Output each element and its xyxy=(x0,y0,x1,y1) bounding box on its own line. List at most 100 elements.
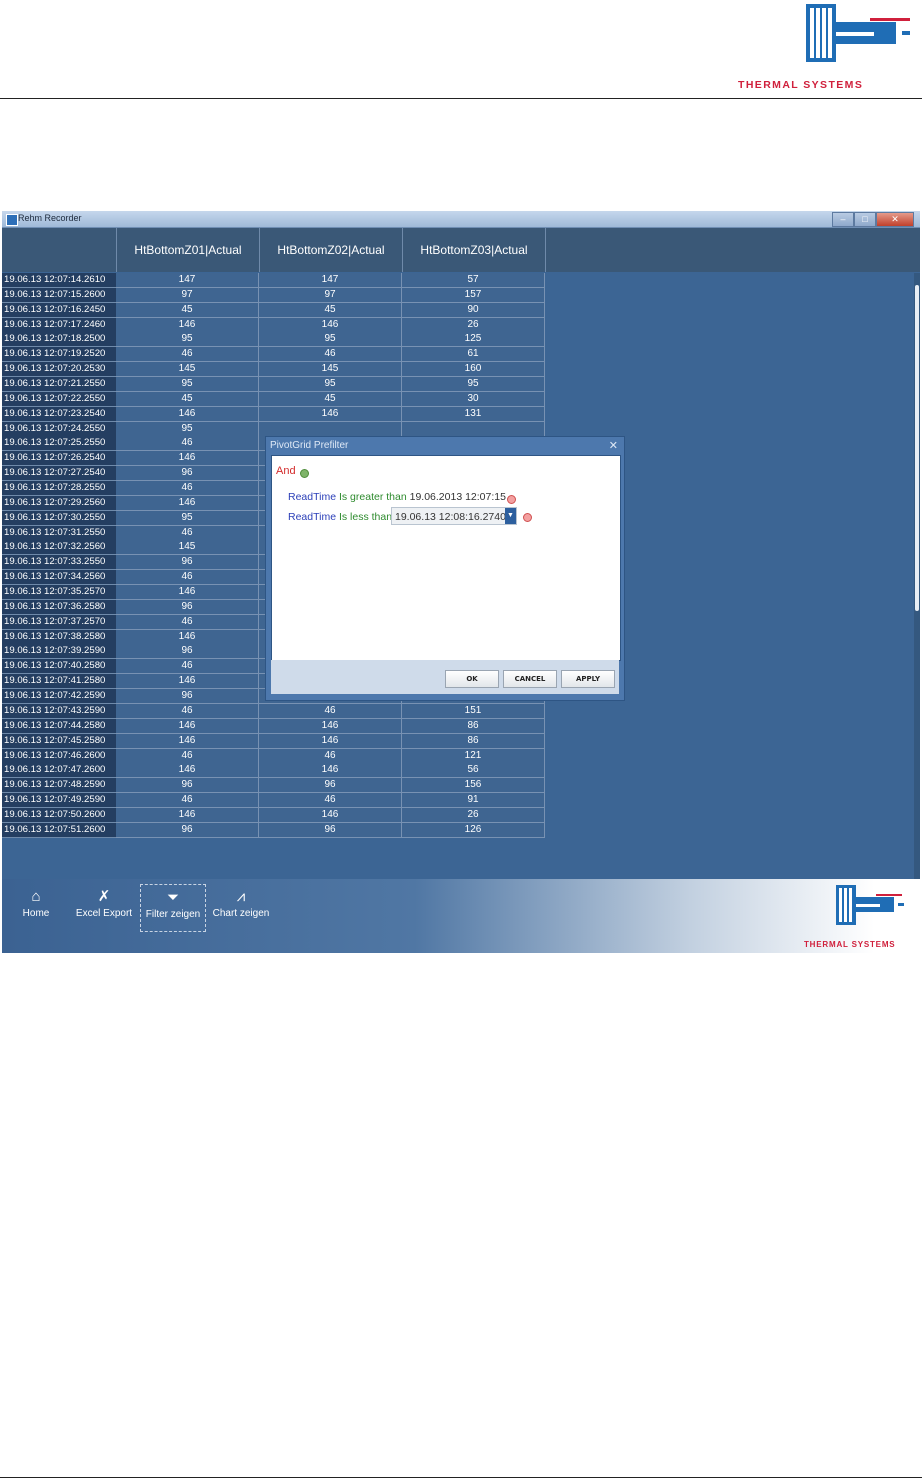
table-row[interactable]: 19.06.13 12:07:17.2460 146 146 26 xyxy=(2,317,550,333)
remove-condition-icon[interactable] xyxy=(523,513,532,522)
cell-z01: 46 xyxy=(116,481,259,497)
row-timestamp: 19.06.13 12:07:31.2550 xyxy=(2,525,116,541)
row-timestamp: 19.06.13 12:07:46.2600 xyxy=(2,748,116,764)
vertical-scrollbar[interactable] xyxy=(914,273,920,879)
table-row[interactable]: 19.06.13 12:07:15.2600 97 97 157 xyxy=(2,287,550,303)
cell-z03: 86 xyxy=(402,733,545,749)
cell-z02: 46 xyxy=(259,793,402,809)
table-row[interactable]: 19.06.13 12:07:16.2450 45 45 90 xyxy=(2,302,550,318)
column-header-z01[interactable]: HtBottomZ01|Actual xyxy=(117,228,260,272)
row-timestamp: 19.06.13 12:07:20.2530 xyxy=(2,362,116,378)
row-timestamp: 19.06.13 12:07:42.2590 xyxy=(2,689,116,705)
cell-z01: 146 xyxy=(116,629,259,645)
row-timestamp: 19.06.13 12:07:36.2580 xyxy=(2,599,116,615)
cell-z03: 126 xyxy=(402,822,545,838)
column-header-z02[interactable]: HtBottomZ02|Actual xyxy=(260,228,403,272)
chart-button[interactable]: ⩘ Chart zeigen xyxy=(210,884,272,930)
cell-z02: 146 xyxy=(259,763,402,779)
condition-operator[interactable]: Is greater than xyxy=(339,491,407,503)
home-button[interactable]: ⌂ Home xyxy=(16,884,56,930)
condition-field[interactable]: ReadTime xyxy=(288,491,336,503)
maximize-button[interactable]: □ xyxy=(854,212,876,227)
row-timestamp: 19.06.13 12:07:22.2550 xyxy=(2,391,116,407)
condition-operator[interactable]: Is less than xyxy=(339,511,392,523)
dropdown-arrow-icon[interactable]: ▼ xyxy=(505,508,516,524)
table-row[interactable]: 19.06.13 12:07:19.2520 46 46 61 xyxy=(2,347,550,363)
home-label: Home xyxy=(22,908,50,919)
table-row[interactable]: 19.06.13 12:07:46.2600 46 46 121 xyxy=(2,748,550,764)
table-row[interactable]: 19.06.13 12:07:22.2550 45 45 30 xyxy=(2,391,550,407)
table-row[interactable]: 19.06.13 12:07:49.2590 46 46 91 xyxy=(2,793,550,809)
cell-z02: 46 xyxy=(259,703,402,719)
window-title: Rehm Recorder xyxy=(18,213,82,223)
column-header-z03[interactable]: HtBottomZ03|Actual xyxy=(403,228,546,272)
cell-z01: 97 xyxy=(116,287,259,303)
group-operator[interactable]: And xyxy=(276,465,296,477)
cell-z03: 151 xyxy=(402,703,545,719)
cell-z02: 96 xyxy=(259,778,402,794)
cell-z01: 146 xyxy=(116,763,259,779)
ok-button[interactable]: OK xyxy=(445,670,499,688)
cancel-button[interactable]: CANCEL xyxy=(503,670,557,688)
footer-divider xyxy=(0,1477,922,1478)
table-row[interactable]: 19.06.13 12:07:18.2500 95 95 125 xyxy=(2,332,550,348)
cell-z03: 121 xyxy=(402,748,545,764)
row-timestamp: 19.06.13 12:07:16.2450 xyxy=(2,302,116,318)
close-button[interactable]: ✕ xyxy=(876,212,914,227)
filter-label: Filter zeigen xyxy=(145,909,201,920)
row-timestamp: 19.06.13 12:07:14.2610 xyxy=(2,273,116,288)
table-row[interactable]: 19.06.13 12:07:44.2580 146 146 86 xyxy=(2,718,550,734)
rehm-logo: THERMAL SYSTEMS xyxy=(738,4,910,91)
table-row[interactable]: 19.06.13 12:07:43.2590 46 46 151 xyxy=(2,703,550,719)
filter-button[interactable]: ⏷ Filter zeigen xyxy=(140,884,206,932)
cell-z02: 45 xyxy=(259,302,402,318)
chart-label: Chart zeigen xyxy=(212,908,270,919)
cell-z03: 86 xyxy=(402,718,545,734)
table-row[interactable]: 19.06.13 12:07:20.2530 145 145 160 xyxy=(2,362,550,378)
date-value-input[interactable]: 19.06.13 12:08:16.2740 ▼ xyxy=(391,507,517,525)
cell-z02: 95 xyxy=(259,332,402,348)
table-row[interactable]: 19.06.13 12:07:14.2610 147 147 57 xyxy=(2,273,550,288)
cell-z02: 146 xyxy=(259,807,402,823)
chart-icon: ⩘ xyxy=(236,888,246,905)
table-row[interactable]: 19.06.13 12:07:23.2540 146 146 131 xyxy=(2,406,550,422)
row-timestamp: 19.06.13 12:07:50.2600 xyxy=(2,807,116,823)
minimize-button[interactable]: – xyxy=(832,212,854,227)
add-condition-icon[interactable] xyxy=(300,469,309,478)
table-row[interactable]: 19.06.13 12:07:21.2550 95 95 95 xyxy=(2,377,550,393)
dialog-footer: OK CANCEL APPLY xyxy=(271,660,619,694)
cell-z02 xyxy=(259,421,402,437)
cell-z02: 46 xyxy=(259,748,402,764)
cell-z01: 146 xyxy=(116,451,259,467)
cell-z01: 95 xyxy=(116,421,259,437)
row-timestamp: 19.06.13 12:07:35.2570 xyxy=(2,585,116,601)
row-timestamp: 19.06.13 12:07:23.2540 xyxy=(2,406,116,422)
filter-condition-2: ReadTime Is less than xyxy=(288,511,392,523)
pivotgrid-prefilter-dialog: PivotGrid Prefilter ✕ And ReadTime Is gr… xyxy=(265,436,625,701)
table-row[interactable]: 19.06.13 12:07:24.2550 95 xyxy=(2,421,550,437)
scrollbar-thumb[interactable] xyxy=(915,285,919,611)
cell-z01: 146 xyxy=(116,317,259,333)
cell-z01: 146 xyxy=(116,406,259,422)
table-row[interactable]: 19.06.13 12:07:47.2600 146 146 56 xyxy=(2,763,550,779)
condition-field[interactable]: ReadTime xyxy=(288,511,336,523)
table-row[interactable]: 19.06.13 12:07:45.2580 146 146 86 xyxy=(2,733,550,749)
condition-value[interactable]: 19.06.2013 12:07:15 xyxy=(410,491,506,503)
cell-z03: 125 xyxy=(402,332,545,348)
cell-z03: 160 xyxy=(402,362,545,378)
row-timestamp: 19.06.13 12:07:45.2580 xyxy=(2,733,116,749)
apply-button[interactable]: APPLY xyxy=(561,670,615,688)
table-row[interactable]: 19.06.13 12:07:51.2600 96 96 126 xyxy=(2,822,550,838)
table-row[interactable]: 19.06.13 12:07:48.2590 96 96 156 xyxy=(2,778,550,794)
excel-export-button[interactable]: ✗ Excel Export xyxy=(74,884,134,930)
table-row[interactable]: 19.06.13 12:07:50.2600 146 146 26 xyxy=(2,807,550,823)
cell-z02: 147 xyxy=(259,273,402,288)
window-controls: – □ ✕ xyxy=(832,212,914,227)
row-timestamp: 19.06.13 12:07:51.2600 xyxy=(2,822,116,838)
cell-z02: 146 xyxy=(259,317,402,333)
dialog-close-icon[interactable]: ✕ xyxy=(609,439,618,452)
row-timestamp: 19.06.13 12:07:49.2590 xyxy=(2,793,116,809)
header-divider xyxy=(0,98,922,99)
row-timestamp: 19.06.13 12:07:17.2460 xyxy=(2,317,116,333)
remove-condition-icon[interactable] xyxy=(507,495,516,504)
